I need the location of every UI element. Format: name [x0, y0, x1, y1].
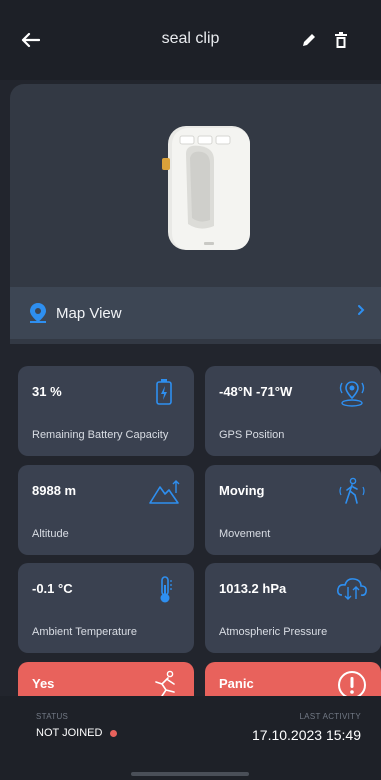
battery-value: 31 %	[32, 384, 62, 399]
walking-person-icon	[339, 477, 365, 504]
battery-icon	[156, 379, 172, 405]
map-view-label: Map View	[56, 304, 122, 322]
gps-pin-icon	[339, 381, 365, 407]
last-activity-value: 17.10.2023 15:49	[252, 727, 361, 743]
panic-alert-value: Panic	[219, 676, 254, 691]
chevron-right-icon	[358, 305, 365, 315]
gps-tile[interactable]: -48°N -71°W GPS Position	[205, 366, 381, 456]
fall-alert-value: Yes	[32, 676, 55, 691]
app-header: seal clip	[0, 0, 381, 80]
status-caption: STATUS	[36, 712, 69, 721]
pressure-tile[interactable]: 1013.2 hPa Atmospheric Pressure	[205, 563, 381, 653]
pressure-label: Atmospheric Pressure	[219, 626, 328, 638]
battery-tile[interactable]: 31 % Remaining Battery Capacity	[18, 366, 194, 456]
gps-value: -48°N -71°W	[219, 384, 293, 399]
altitude-value: 8988 m	[32, 483, 77, 498]
battery-label: Remaining Battery Capacity	[32, 429, 169, 441]
status-row: NOT JOINED	[36, 727, 118, 739]
movement-label: Movement	[219, 528, 271, 540]
pressure-cloud-icon	[337, 578, 367, 600]
gps-label: GPS Position	[219, 429, 285, 441]
location-pin-icon	[30, 303, 46, 323]
pencil-icon	[303, 34, 315, 46]
mountain-icon	[149, 480, 180, 504]
edit-button[interactable]	[293, 24, 325, 56]
status-dot	[110, 729, 118, 737]
altitude-label: Altitude	[32, 528, 69, 540]
map-view-row[interactable]: Map View	[10, 287, 381, 339]
pressure-value: 1013.2 hPa	[219, 581, 287, 596]
home-indicator	[131, 772, 249, 776]
last-activity-caption: LAST ACTIVITY	[299, 712, 361, 721]
status-footer: STATUS NOT JOINED LAST ACTIVITY 17.10.20…	[0, 696, 381, 780]
status-value: NOT JOINED	[36, 727, 103, 739]
trash-icon	[335, 31, 347, 48]
thermometer-icon	[160, 576, 172, 603]
temperature-value: -0.1 °C	[32, 581, 73, 596]
temperature-tile[interactable]: -0.1 °C Ambient Temperature	[18, 563, 194, 653]
device-image	[162, 126, 250, 250]
altitude-tile[interactable]: 8988 m Altitude	[18, 465, 194, 555]
delete-button[interactable]	[325, 24, 357, 56]
temperature-label: Ambient Temperature	[32, 626, 137, 638]
movement-value: Moving	[219, 483, 265, 498]
movement-tile[interactable]: Moving Movement	[205, 465, 381, 555]
